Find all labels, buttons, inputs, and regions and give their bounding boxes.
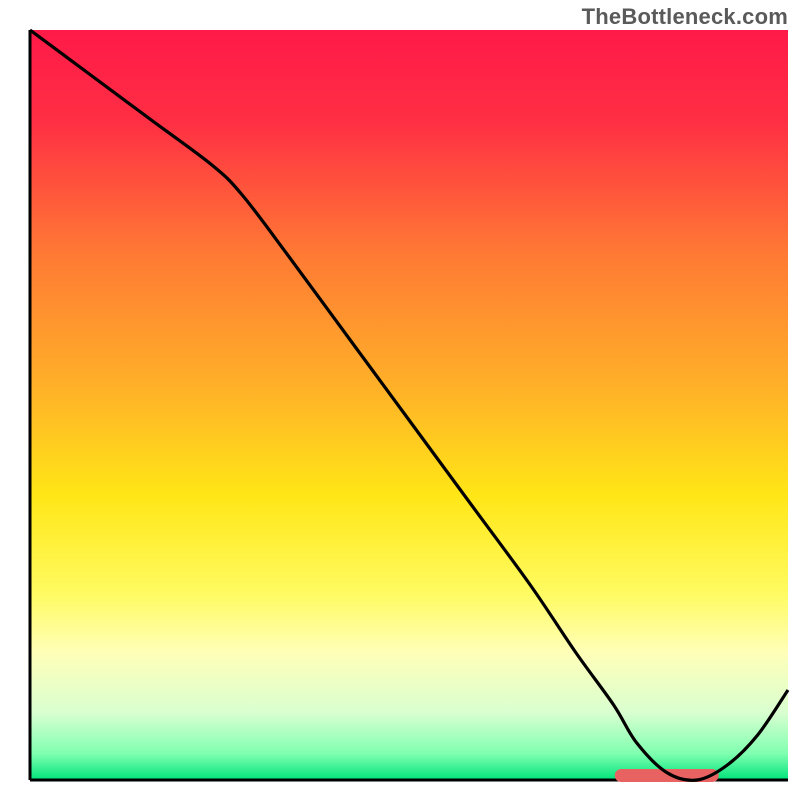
bottleneck-chart [0,0,800,800]
chart-container: TheBottleneck.com [0,0,800,800]
plot-background [30,30,788,780]
